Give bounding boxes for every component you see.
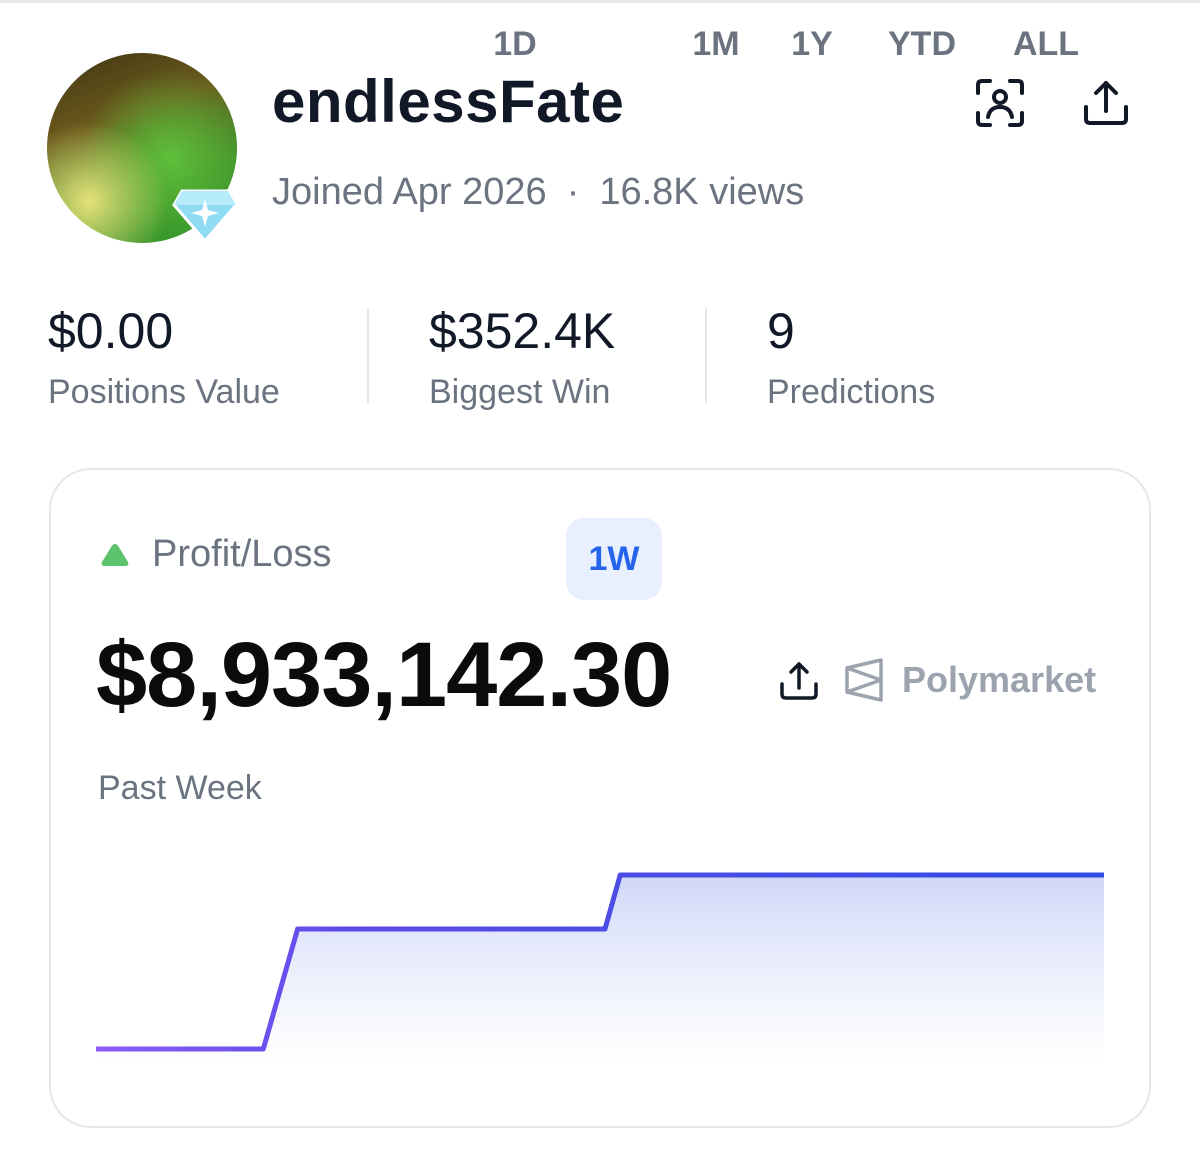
share-pnl-icon[interactable] <box>776 658 822 704</box>
stat-label: Biggest Win <box>429 373 611 411</box>
tab-1m[interactable]: 1M <box>682 3 750 85</box>
meta-separator: · <box>566 171 580 213</box>
profile-page: endlessFate Joined Apr 2026 · 16.8K views … <box>0 0 1200 1174</box>
tab-1w[interactable]: 1W <box>566 518 662 600</box>
polymarket-brand: Polymarket <box>842 658 1096 702</box>
joined-date: Joined Apr 2026 <box>272 171 547 213</box>
tab-ytd[interactable]: YTD <box>874 3 970 85</box>
view-count: 16.8K views <box>599 171 805 213</box>
stat-value: $352.4K <box>429 303 616 359</box>
triangle-up-icon <box>101 543 129 566</box>
stat-divider <box>705 308 707 403</box>
pnl-label-text: Profit/Loss <box>152 533 332 575</box>
stat-label: Positions Value <box>48 373 280 411</box>
pnl-amount: $8,933,142.30 <box>96 624 672 726</box>
pnl-label: Profit/Loss <box>100 533 332 576</box>
stat-value: $0.00 <box>48 303 174 359</box>
tab-1d[interactable]: 1D <box>484 3 546 85</box>
stat-divider <box>367 308 369 403</box>
stat-predictions: 9 Predictions <box>767 301 935 412</box>
stat-value: 9 <box>767 303 795 359</box>
tab-all[interactable]: ALL <box>1002 3 1090 85</box>
polymarket-name: Polymarket <box>902 659 1097 700</box>
stat-positions-value: $0.00 Positions Value <box>48 301 280 412</box>
pnl-chart <box>96 872 1104 1063</box>
tab-1y[interactable]: 1Y <box>780 3 844 85</box>
username: endlessFate <box>272 68 625 135</box>
profile-meta: Joined Apr 2026 · 16.8K views <box>272 171 804 214</box>
polymarket-logo-icon <box>845 658 883 702</box>
chart-period: Past Week <box>98 769 262 807</box>
stat-label: Predictions <box>767 373 936 411</box>
diamond-badge-icon <box>172 189 238 244</box>
share-icon[interactable] <box>1078 75 1134 131</box>
pnl-area <box>96 875 1104 1063</box>
stat-biggest-win: $352.4K Biggest Win <box>429 301 615 412</box>
